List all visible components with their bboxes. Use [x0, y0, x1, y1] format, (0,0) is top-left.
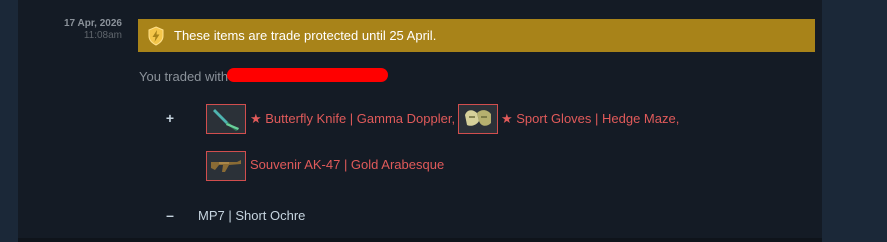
trade-time: 11:08am: [83, 30, 122, 41]
lightning-shield-icon: [146, 25, 166, 46]
butterfly-knife-icon[interactable]: [206, 104, 246, 134]
redacted-username: [227, 68, 388, 82]
received-sign: +: [165, 110, 175, 126]
panel-divider: [18, 238, 822, 242]
trade-protection-banner: These items are trade protected until 25…: [138, 19, 815, 52]
traded-with-label: You traded with: [139, 69, 229, 84]
item-name-sport-gloves[interactable]: ★ Sport Gloves | Hedge Maze,: [501, 111, 679, 127]
given-sign: –: [166, 207, 174, 223]
sport-gloves-icon[interactable]: [458, 104, 498, 134]
item-name-ak47[interactable]: Souvenir AK-47 | Gold Arabesque: [250, 157, 444, 172]
banner-text: These items are trade protected until 25…: [174, 28, 437, 43]
trade-date: 17 Apr, 2026: [63, 18, 122, 29]
item-name-butterfly-knife[interactable]: ★ Butterfly Knife | Gamma Doppler,: [250, 111, 455, 127]
ak47-icon[interactable]: [206, 151, 246, 181]
item-name-mp7[interactable]: MP7 | Short Ochre: [198, 208, 305, 223]
trade-history-page: 17 Apr, 2026 11:08am These items are tra…: [0, 0, 887, 242]
